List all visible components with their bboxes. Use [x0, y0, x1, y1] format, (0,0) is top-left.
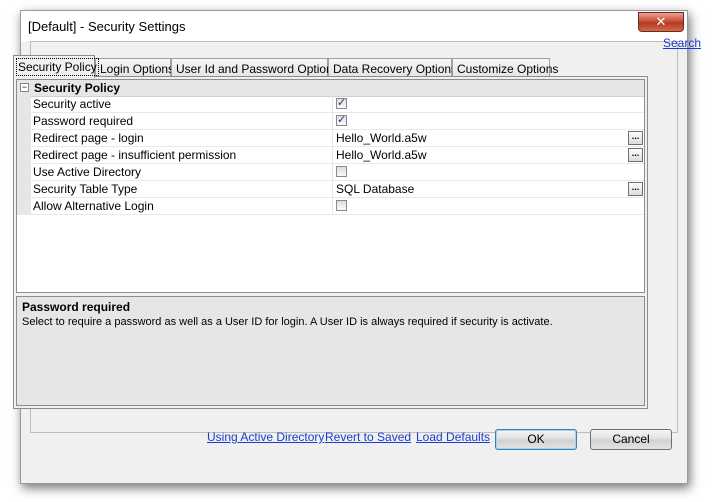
property-name: Password required: [33, 114, 134, 128]
tab-label: Data Recovery Options: [333, 62, 458, 76]
ellipsis-button[interactable]: ...: [628, 182, 643, 196]
grid-section-header[interactable]: − Security Policy: [17, 80, 644, 97]
ellipsis-button[interactable]: ...: [628, 148, 643, 162]
description-text: Select to require a password as well as …: [22, 316, 553, 328]
property-grid: − Security Policy Security active Passwo…: [16, 79, 645, 293]
close-icon: ✕: [655, 14, 667, 29]
ok-button[interactable]: OK: [495, 429, 577, 450]
tab-security-policy[interactable]: Security Policy: [13, 55, 99, 78]
tab-label: Security Policy: [16, 58, 99, 76]
property-name: Security active: [33, 97, 112, 111]
redirect-insufficient-value[interactable]: Hello_World.a5w: [336, 148, 427, 162]
security-table-type-value[interactable]: SQL Database: [336, 182, 414, 196]
property-row-password-required[interactable]: Password required: [17, 113, 644, 130]
load-defaults-link[interactable]: Load Defaults: [416, 430, 490, 444]
description-panel: Password required Select to require a pa…: [16, 296, 645, 406]
property-row-allow-alternative-login[interactable]: Allow Alternative Login: [17, 198, 644, 215]
property-name: Use Active Directory: [33, 165, 142, 179]
tab-label: Login Options: [100, 62, 175, 76]
close-button[interactable]: ✕: [638, 12, 684, 32]
description-title: Password required: [22, 300, 131, 314]
title-bar[interactable]: [Default] - Security Settings ✕: [21, 11, 687, 41]
property-name: Security Table Type: [33, 182, 138, 196]
property-name: Redirect page - insufficient permission: [33, 148, 237, 162]
tab-customize-options[interactable]: Customize Options: [452, 58, 558, 77]
window-title: [Default] - Security Settings: [28, 19, 186, 34]
property-name: Redirect page - login: [33, 131, 144, 145]
security-policy-panel: − Security Policy Security active Passwo…: [13, 76, 648, 409]
section-title: Security Policy: [34, 81, 121, 95]
use-active-directory-checkbox[interactable]: [336, 166, 347, 177]
property-row-security-active[interactable]: Security active: [17, 96, 644, 113]
tab-user-id-password-options[interactable]: User Id and Password Options: [171, 58, 339, 77]
property-row-redirect-insufficient[interactable]: Redirect page - insufficient permission …: [17, 147, 644, 164]
tab-login-options[interactable]: Login Options: [95, 58, 175, 77]
cancel-button[interactable]: Cancel: [590, 429, 672, 450]
property-row-redirect-login[interactable]: Redirect page - login Hello_World.a5w ..…: [17, 130, 644, 147]
property-row-security-table-type[interactable]: Security Table Type SQL Database ...: [17, 181, 644, 198]
tab-label: User Id and Password Options: [176, 62, 339, 76]
collapse-icon[interactable]: −: [20, 83, 29, 92]
property-name: Allow Alternative Login: [33, 199, 154, 213]
allow-alternative-login-checkbox[interactable]: [336, 200, 347, 211]
tab-label: Customize Options: [457, 62, 559, 76]
using-active-directory-link[interactable]: Using Active Directory: [207, 430, 324, 444]
password-required-checkbox[interactable]: [336, 113, 347, 126]
ellipsis-button[interactable]: ...: [628, 131, 643, 145]
search-link[interactable]: Search: [663, 36, 701, 50]
cancel-label: Cancel: [612, 432, 650, 446]
security-active-checkbox[interactable]: [336, 96, 347, 109]
redirect-login-value[interactable]: Hello_World.a5w: [336, 131, 427, 145]
revert-to-saved-link[interactable]: Revert to Saved: [325, 430, 411, 444]
property-row-use-active-directory[interactable]: Use Active Directory: [17, 164, 644, 181]
tab-data-recovery-options[interactable]: Data Recovery Options: [328, 58, 457, 77]
ok-label: OK: [527, 432, 545, 446]
